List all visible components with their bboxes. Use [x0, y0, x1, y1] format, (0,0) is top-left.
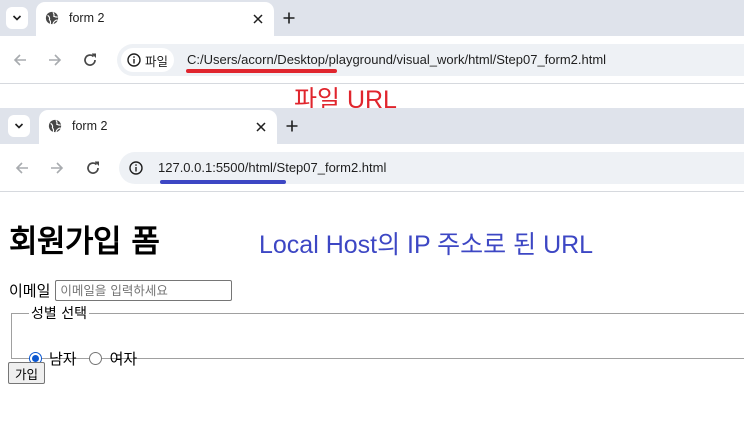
bottom-tab-strip: form 2	[0, 108, 744, 144]
tab-title: form 2	[72, 119, 108, 133]
submit-button[interactable]: 가입	[8, 362, 46, 384]
tab-title: form 2	[69, 11, 105, 25]
email-label: 이메일	[9, 282, 51, 300]
tab-form2[interactable]: form 2	[36, 2, 274, 36]
tab-form2[interactable]: form 2	[39, 110, 277, 144]
chevron-down-icon	[14, 123, 24, 129]
back-button[interactable]	[11, 51, 29, 69]
gender-legend: 성별 선택	[31, 306, 87, 322]
tab-search-dropdown-button[interactable]	[8, 115, 30, 137]
chevron-down-icon	[12, 15, 22, 21]
arrow-left-icon	[15, 162, 28, 174]
radio-female[interactable]	[88, 352, 102, 365]
plus-icon	[283, 12, 295, 24]
url-text[interactable]: 127.0.0.1:5500/html/Step07_form2.html	[158, 160, 386, 175]
reload-icon	[84, 53, 96, 66]
close-icon	[256, 122, 266, 132]
globe-icon	[48, 119, 62, 133]
site-info-label: 파일	[145, 53, 169, 69]
globe-icon	[45, 11, 59, 25]
site-info-button[interactable]	[123, 156, 149, 180]
arrow-left-icon	[13, 54, 26, 66]
email-row: 이메일	[9, 280, 233, 301]
top-toolbar: 파일 C:/Users/acorn/Desktop/playground/vis…	[0, 36, 744, 84]
back-button[interactable]	[13, 159, 31, 177]
tab-close-button[interactable]	[250, 11, 266, 27]
radio-female-label: 여자	[109, 350, 138, 368]
annotation-localhost-url: Local Host의 IP 주소로 된 URL	[259, 231, 594, 259]
top-tab-strip: form 2	[0, 0, 744, 36]
tab-close-button[interactable]	[253, 119, 269, 135]
forward-button[interactable]	[48, 159, 66, 177]
radio-male-label: 남자	[49, 350, 77, 368]
tab-search-dropdown-button[interactable]	[6, 7, 28, 29]
new-tab-button[interactable]	[282, 116, 302, 136]
arrow-right-icon	[51, 162, 64, 174]
close-icon	[253, 14, 263, 24]
gender-fieldset: 성별 선택 남자 여자	[11, 303, 744, 368]
annotation-underline-bottom	[160, 180, 286, 184]
bottom-toolbar: 127.0.0.1:5500/html/Step07_form2.html	[0, 144, 744, 192]
info-icon	[129, 161, 143, 175]
plus-icon	[286, 120, 298, 132]
new-tab-button[interactable]	[279, 8, 299, 28]
annotation-underline-top	[186, 69, 337, 73]
page-title: 회원가입 폼	[9, 224, 160, 260]
email-input[interactable]	[55, 280, 233, 301]
forward-button[interactable]	[46, 51, 64, 69]
site-info-chip[interactable]: 파일	[121, 48, 175, 72]
reload-icon	[87, 161, 99, 174]
gender-radio-group: 남자 여자	[29, 348, 137, 369]
url-text[interactable]: C:/Users/acorn/Desktop/playground/visual…	[187, 52, 606, 67]
reload-button[interactable]	[81, 51, 99, 69]
info-icon	[127, 53, 141, 67]
arrow-right-icon	[49, 54, 62, 66]
reload-button[interactable]	[84, 159, 102, 177]
